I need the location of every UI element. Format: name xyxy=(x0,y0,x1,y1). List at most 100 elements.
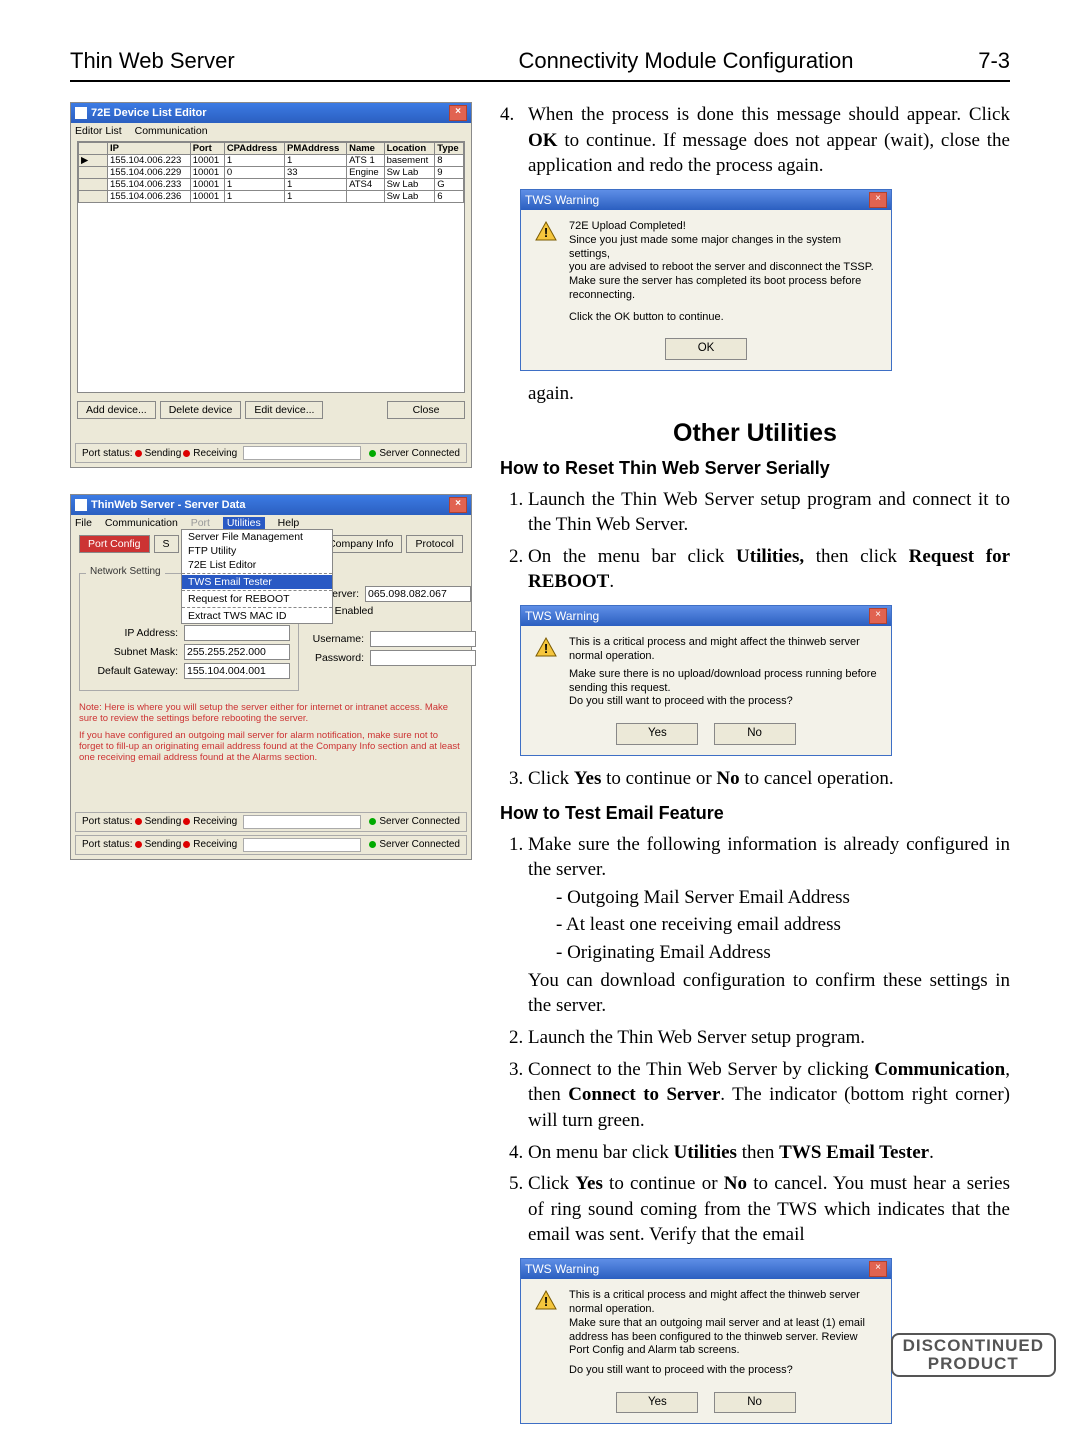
dialog-message: This is a critical process and might aff… xyxy=(569,1289,879,1378)
col-port[interactable]: Port xyxy=(190,143,224,155)
close-icon[interactable]: × xyxy=(449,105,467,121)
menu-utilities[interactable]: Utilities xyxy=(223,517,265,529)
close-button[interactable]: Close xyxy=(387,401,465,419)
menu-editor-list[interactable]: Editor List xyxy=(75,125,122,137)
device-editor-titlebar[interactable]: 72E Device List Editor × xyxy=(71,103,471,123)
password-label: Password: xyxy=(309,652,364,664)
subnet-field[interactable] xyxy=(184,644,290,660)
menu-file[interactable]: File xyxy=(75,517,92,529)
dropdown-item[interactable]: FTP Utility xyxy=(182,544,332,558)
list-number: 4. xyxy=(500,102,528,179)
sending-label: Sending xyxy=(145,816,182,827)
header-left: Thin Web Server xyxy=(70,48,422,74)
receiving-icon xyxy=(183,818,190,825)
dropdown-item[interactable]: Request for REBOOT xyxy=(182,592,332,606)
table-row[interactable]: ▶155.104.006.2231000111ATS 1basement8 xyxy=(79,155,464,167)
list-item: Click Yes to continue or No to cancel. Y… xyxy=(528,1171,1010,1248)
tab-s[interactable]: S xyxy=(154,535,179,553)
password-field[interactable] xyxy=(370,650,476,666)
dialog-title: TWS Warning xyxy=(525,608,869,624)
subsection-heading: How to Test Email Feature xyxy=(500,801,1010,825)
receiving-label: Receiving xyxy=(193,448,237,459)
ip-field[interactable] xyxy=(184,625,290,641)
tab-protocol[interactable]: Protocol xyxy=(406,535,463,553)
receiving-icon xyxy=(183,450,190,457)
svg-text:!: ! xyxy=(544,1294,548,1309)
dropdown-item[interactable]: Extract TWS MAC ID xyxy=(182,609,332,623)
close-icon[interactable]: × xyxy=(869,608,887,624)
delete-device-button[interactable]: Delete device xyxy=(160,401,242,419)
server-data-titlebar[interactable]: ThinWeb Server - Server Data × xyxy=(71,495,471,515)
list-item: Launch the Thin Web Server setup program… xyxy=(528,487,1010,538)
col-cp[interactable]: CPAddress xyxy=(224,143,284,155)
dropdown-item[interactable]: 72E List Editor xyxy=(182,558,332,572)
gateway-label: Default Gateway: xyxy=(88,665,178,677)
subnet-label: Subnet Mask: xyxy=(88,646,178,658)
connected-icon xyxy=(369,818,376,825)
server-field[interactable] xyxy=(365,586,471,602)
username-field[interactable] xyxy=(370,631,476,647)
col-pm[interactable]: PMAddress xyxy=(285,143,347,155)
note-text-1: Note: Here is where you will setup the s… xyxy=(79,703,463,725)
ok-button[interactable]: OK xyxy=(665,338,747,360)
dialog-title: TWS Warning xyxy=(525,192,869,208)
connected-icon xyxy=(369,841,376,848)
header-right: 7-3 xyxy=(950,48,1010,74)
receiving-label: Receiving xyxy=(193,839,237,850)
close-icon[interactable]: × xyxy=(869,192,887,208)
col-type[interactable]: Type xyxy=(435,143,464,155)
sending-icon xyxy=(135,818,142,825)
connected-label: Server Connected xyxy=(379,839,460,850)
device-editor-menubar: Editor List Communication xyxy=(71,123,471,139)
body-text: When the process is done this message sh… xyxy=(528,102,1010,179)
list-item: On menu bar click Utilities then TWS Ema… xyxy=(528,1140,1010,1166)
sending-label: Sending xyxy=(145,448,182,459)
sub-item: - At least one receiving email address xyxy=(556,912,1010,938)
table-row[interactable]: 155.104.006.2331000111ATS4Sw LabG xyxy=(79,179,464,191)
sending-icon xyxy=(135,841,142,848)
utilities-dropdown[interactable]: Server File Management FTP Utility 72E L… xyxy=(181,529,333,624)
table-row[interactable]: 155.104.006.2361000111Sw Lab6 xyxy=(79,191,464,203)
col-loc[interactable]: Location xyxy=(384,143,435,155)
yes-button[interactable]: Yes xyxy=(616,1392,698,1414)
svg-text:!: ! xyxy=(544,641,548,656)
close-icon[interactable]: × xyxy=(449,497,467,513)
menu-communication[interactable]: Communication xyxy=(135,125,208,137)
section-heading: Other Utilities xyxy=(500,417,1010,451)
warning-icon: ! xyxy=(533,220,559,244)
dialog-message: This is a critical process and might aff… xyxy=(569,636,879,709)
gateway-field[interactable] xyxy=(184,663,290,679)
port-status-label: Port status: xyxy=(82,816,133,827)
yes-button[interactable]: Yes xyxy=(616,723,698,745)
tws-warning-dialog-1: TWS Warning× ! 72E Upload Completed! Sin… xyxy=(520,189,892,371)
port-status-bar: Port status: Sending Receiving Server Co… xyxy=(75,812,467,832)
tab-port-config[interactable]: Port Config xyxy=(79,535,150,553)
col-name[interactable]: Name xyxy=(347,143,385,155)
dropdown-item-highlight[interactable]: TWS Email Tester xyxy=(182,575,332,589)
edit-device-button[interactable]: Edit device... xyxy=(245,401,323,419)
add-device-button[interactable]: Add device... xyxy=(77,401,156,419)
device-editor-title: 72E Device List Editor xyxy=(91,107,449,119)
device-editor-window: 72E Device List Editor × Editor List Com… xyxy=(70,102,472,468)
close-icon[interactable]: × xyxy=(869,1261,887,1277)
list-item: Make sure the following information is a… xyxy=(528,832,1010,1019)
no-button[interactable]: No xyxy=(714,723,796,745)
col-ip[interactable]: IP xyxy=(108,143,191,155)
port-status-label: Port status: xyxy=(82,839,133,850)
dialog-title: TWS Warning xyxy=(525,1261,869,1277)
sub-item: - Outgoing Mail Server Email Address xyxy=(556,885,1010,911)
menu-help[interactable]: Help xyxy=(278,517,300,529)
menu-port[interactable]: Port xyxy=(191,517,210,529)
dropdown-item[interactable]: Server File Management xyxy=(182,530,332,544)
fieldset-legend: Network Setting xyxy=(86,566,165,577)
note-text-2: If you have configured an outgoing mail … xyxy=(79,731,463,764)
menu-communication[interactable]: Communication xyxy=(105,517,178,529)
discontinued-stamp: DISCONTINUEDPRODUCT xyxy=(891,1333,1056,1377)
device-grid[interactable]: IP Port CPAddress PMAddress Name Locatio… xyxy=(77,141,465,393)
table-row[interactable]: 155.104.006.22910001033EngineSw Lab9 xyxy=(79,167,464,179)
tws-warning-dialog-3: TWS Warning× ! This is a critical proces… xyxy=(520,1258,892,1424)
svg-text:!: ! xyxy=(544,225,548,240)
warning-icon: ! xyxy=(533,1289,559,1313)
no-button[interactable]: No xyxy=(714,1392,796,1414)
ip-label: IP Address: xyxy=(88,627,178,639)
